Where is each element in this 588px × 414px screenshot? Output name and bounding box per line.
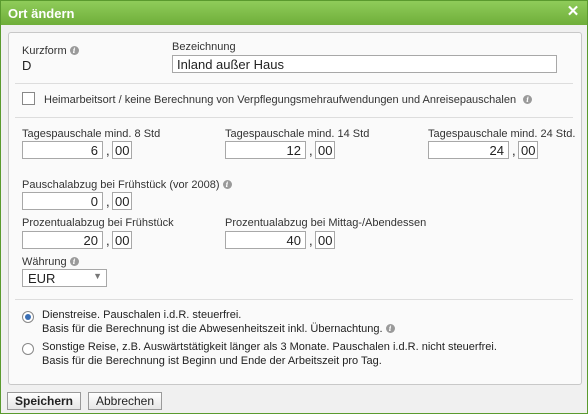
prozentualabzug-fruehstueck-cent-input[interactable] bbox=[112, 231, 132, 249]
cancel-button[interactable]: Abbrechen bbox=[88, 392, 162, 410]
form-panel: Kurzformi D Bezeichnung Heimarbeitsort /… bbox=[8, 32, 582, 385]
tagespauschale-14-label: Tagespauschale mind. 14 Std bbox=[225, 128, 370, 140]
info-icon[interactable]: i bbox=[385, 324, 395, 333]
dialog-titlebar[interactable]: Ort ändern ✕ bbox=[1, 1, 587, 25]
tagespauschale-24-euro-input[interactable] bbox=[428, 141, 509, 159]
prozentualabzug-mittag-label: Prozentualabzug bei Mittag-/Abendessen bbox=[225, 217, 427, 229]
pauschalabzug-cent-input[interactable] bbox=[112, 192, 132, 210]
tagespauschale-8-euro-input[interactable] bbox=[22, 141, 103, 159]
decimal-comma: , bbox=[309, 233, 313, 248]
divider bbox=[15, 299, 573, 300]
tagespauschale-24-cent-input[interactable] bbox=[518, 141, 538, 159]
decimal-comma: , bbox=[512, 143, 516, 158]
divider bbox=[15, 117, 573, 118]
tagespauschale-8-label: Tagespauschale mind. 8 Std bbox=[22, 128, 161, 140]
kurzform-label: Kurzform i bbox=[22, 45, 79, 57]
bezeichnung-label: Bezeichnung bbox=[172, 41, 236, 53]
waehrung-label: Währung i bbox=[22, 256, 79, 268]
decimal-comma: , bbox=[106, 194, 110, 209]
waehrung-select[interactable]: EUR ▼ bbox=[22, 269, 107, 287]
save-button[interactable]: Speichern bbox=[7, 392, 81, 410]
radio-dienstreise[interactable] bbox=[22, 311, 34, 323]
tagespauschale-24-label: Tagespauschale mind. 24 Std. bbox=[428, 128, 576, 140]
decimal-comma: , bbox=[309, 143, 313, 158]
heimarbeitsort-label: Heimarbeitsort / keine Berechnung von Ve… bbox=[44, 94, 533, 106]
prozentualabzug-fruehstueck-label: Prozentualabzug bei Frühstück bbox=[22, 217, 174, 229]
chevron-down-icon: ▼ bbox=[93, 271, 102, 281]
bezeichnung-input[interactable] bbox=[172, 55, 557, 73]
radio-sonstige-reise[interactable] bbox=[22, 343, 34, 355]
radio-dienstreise-label: Dienstreise. Pauschalen i.d.R. steuerfre… bbox=[42, 308, 395, 336]
dialog-title: Ort ändern bbox=[8, 6, 75, 21]
close-icon[interactable]: ✕ bbox=[566, 4, 580, 20]
dialog-ort-aendern: Ort ändern ✕ Kurzformi D Bezeichnung Hei… bbox=[0, 0, 588, 414]
info-icon[interactable]: i bbox=[222, 180, 232, 189]
pauschalabzug-euro-input[interactable] bbox=[22, 192, 103, 210]
info-icon[interactable]: i bbox=[69, 257, 79, 266]
tagespauschale-14-euro-input[interactable] bbox=[225, 141, 306, 159]
info-icon[interactable]: i bbox=[523, 95, 533, 104]
prozentualabzug-mittag-cent-input[interactable] bbox=[315, 231, 335, 249]
decimal-comma: , bbox=[106, 143, 110, 158]
decimal-comma: , bbox=[106, 233, 110, 248]
radio-sonstige-reise-label: Sonstige Reise, z.B. Auswärtstätigkeit l… bbox=[42, 341, 497, 367]
tagespauschale-8-cent-input[interactable] bbox=[112, 141, 132, 159]
prozentualabzug-fruehstueck-euro-input[interactable] bbox=[22, 231, 103, 249]
info-icon[interactable]: i bbox=[69, 46, 79, 55]
pauschalabzug-label: Pauschalabzug bei Frühstück (vor 2008) i bbox=[22, 179, 232, 191]
heimarbeitsort-checkbox[interactable] bbox=[22, 92, 35, 105]
divider bbox=[15, 83, 573, 84]
kurzform-value: D bbox=[22, 58, 32, 73]
tagespauschale-14-cent-input[interactable] bbox=[315, 141, 335, 159]
prozentualabzug-mittag-euro-input[interactable] bbox=[225, 231, 306, 249]
waehrung-selected-value: EUR bbox=[28, 271, 56, 286]
